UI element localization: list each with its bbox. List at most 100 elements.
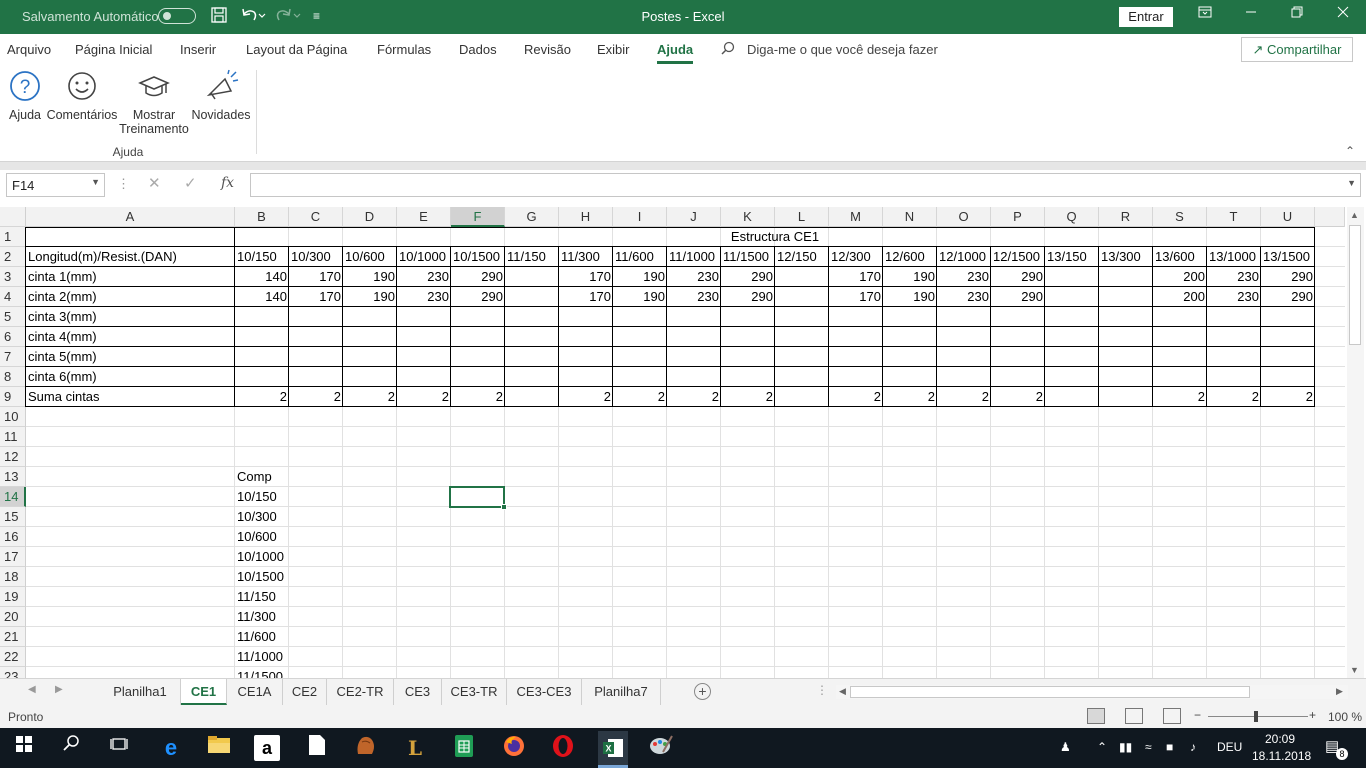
value-cell[interactable]: 230 [937,287,991,307]
comp-cell[interactable]: 10/600 [235,527,289,547]
clock[interactable]: 20:09 18.11.2018 [1252,731,1311,765]
comp-cell[interactable]: 11/1000 [235,647,289,667]
sheet-tab[interactable]: CE3-CE3 [507,679,582,705]
prev-sheet-icon[interactable]: ◀ [28,684,36,695]
tab-exibir[interactable]: Exibir [597,42,630,57]
column-header[interactable]: F [451,207,505,227]
expand-formula-icon[interactable]: ▼ [1347,178,1356,188]
value-cell[interactable]: 230 [667,287,721,307]
comp-header-cell[interactable]: Comp [235,467,289,487]
chevron-down-icon[interactable]: ▼ [91,177,100,187]
opera-icon[interactable] [549,734,577,762]
tab-dados[interactable]: Dados [459,42,497,57]
comp-cell[interactable]: 10/1000 [235,547,289,567]
comp-cell[interactable]: 11/150 [235,587,289,607]
value-cell[interactable]: 230 [1207,287,1261,307]
row-header[interactable]: 12 [0,447,26,467]
zoom-slider[interactable] [1208,716,1308,717]
sheet-tab[interactable]: Planilha1 [100,679,181,705]
header-cell[interactable]: 12/1500 [991,247,1045,267]
row-header[interactable]: 21 [0,627,26,647]
value-cell[interactable]: 190 [343,267,397,287]
insert-function-icon[interactable]: fx [221,175,234,191]
column-header[interactable]: Q [1045,207,1099,227]
language-indicator[interactable]: DEU [1217,740,1242,754]
header-cell[interactable]: 12/600 [883,247,937,267]
formula-bar-grip[interactable]: ⋮ [117,176,130,192]
merged-title-cell[interactable]: Estructura CE1 [235,227,1315,247]
value-cell[interactable]: 290 [1261,267,1315,287]
column-header[interactable]: S [1153,207,1207,227]
row-header[interactable]: 9 [0,387,26,407]
row-header[interactable]: 13 [0,467,26,487]
vertical-scroll-thumb[interactable] [1349,225,1361,345]
row-header[interactable]: 20 [0,607,26,627]
header-cell[interactable]: 11/1500 [721,247,775,267]
scroll-down-icon[interactable]: ▼ [1350,665,1359,675]
row-header[interactable]: 19 [0,587,26,607]
feedback-button[interactable]: Comentários [46,69,118,122]
value-cell[interactable]: 190 [883,287,937,307]
task-view-icon[interactable] [105,734,133,762]
header-cell[interactable]: Longitud(m)/Resist.(DAN) [26,247,235,267]
value-cell[interactable]: 2 [991,387,1045,407]
header-cell[interactable]: 12/1000 [937,247,991,267]
row-header[interactable]: 17 [0,547,26,567]
edge-icon[interactable]: e [157,734,185,762]
column-header[interactable]: N [883,207,937,227]
signin-button[interactable]: Entrar [1119,7,1173,27]
normal-view-icon[interactable] [1087,708,1105,724]
tell-me-input[interactable]: Diga-me o que você deseja fazer [747,42,938,57]
amazon-icon[interactable]: a [254,735,280,761]
windows-start-icon[interactable] [10,734,38,762]
column-header[interactable]: K [721,207,775,227]
show-hidden-icons-icon[interactable]: ⌃ [1097,740,1107,754]
tab-revisao[interactable]: Revisão [524,42,571,57]
volume-icon[interactable]: ♪ [1190,740,1196,754]
column-header[interactable]: P [991,207,1045,227]
row-header[interactable]: 6 [0,327,26,347]
value-cell[interactable]: 190 [883,267,937,287]
value-cell[interactable]: 170 [289,287,343,307]
value-cell[interactable]: 2 [235,387,289,407]
row-label-cell[interactable]: cinta 5(mm) [26,347,235,367]
column-header[interactable]: L [775,207,829,227]
selected-cell[interactable] [449,486,507,510]
tab-ajuda[interactable]: Ajuda [657,42,694,64]
file-explorer-icon[interactable] [205,734,233,762]
paint-icon[interactable] [647,734,675,762]
comp-cell[interactable]: 10/150 [235,487,289,507]
column-header[interactable]: D [343,207,397,227]
row-label-cell[interactable]: Suma cintas [26,387,235,407]
excel-taskbar-icon[interactable]: X [598,731,628,765]
value-cell[interactable]: 230 [667,267,721,287]
formula-input[interactable]: ▼ [250,173,1361,197]
value-cell[interactable]: 290 [721,287,775,307]
page-layout-view-icon[interactable] [1125,708,1143,724]
tab-layout[interactable]: Layout da Página [246,42,347,57]
header-cell[interactable]: 10/600 [343,247,397,267]
scroll-left-icon[interactable]: ◀ [839,686,846,697]
cancel-entry-icon[interactable]: ✕ [148,174,161,192]
zoom-slider-knob[interactable] [1254,711,1258,722]
sheet-tab[interactable]: CE1A [227,679,283,705]
help-button[interactable]: ? Ajuda [6,69,44,122]
column-header[interactable]: R [1099,207,1153,227]
column-header[interactable]: T [1207,207,1261,227]
header-cell[interactable]: 10/1500 [451,247,505,267]
value-cell[interactable]: 290 [451,267,505,287]
fill-handle[interactable] [501,504,507,510]
column-header[interactable]: U [1261,207,1315,227]
comp-cell[interactable]: 10/300 [235,507,289,527]
scroll-right-icon[interactable]: ▶ [1336,686,1343,697]
spreadsheet-grid[interactable]: ABCDEFGHIJKLMNOPQRSTU 1 2 3 4 5 6 7 8 9 10 11 12 13 1… [0,207,1345,678]
value-cell[interactable]: 2 [937,387,991,407]
comp-cell[interactable]: 11/1500 [235,667,289,678]
row-header[interactable]: 2 [0,247,26,267]
page-break-view-icon[interactable] [1163,708,1181,724]
value-cell[interactable]: 2 [289,387,343,407]
row-label-cell[interactable]: cinta 3(mm) [26,307,235,327]
row-header[interactable]: 5 [0,307,26,327]
value-cell[interactable]: 2 [559,387,613,407]
zoom-level[interactable]: 100 % [1328,710,1362,724]
